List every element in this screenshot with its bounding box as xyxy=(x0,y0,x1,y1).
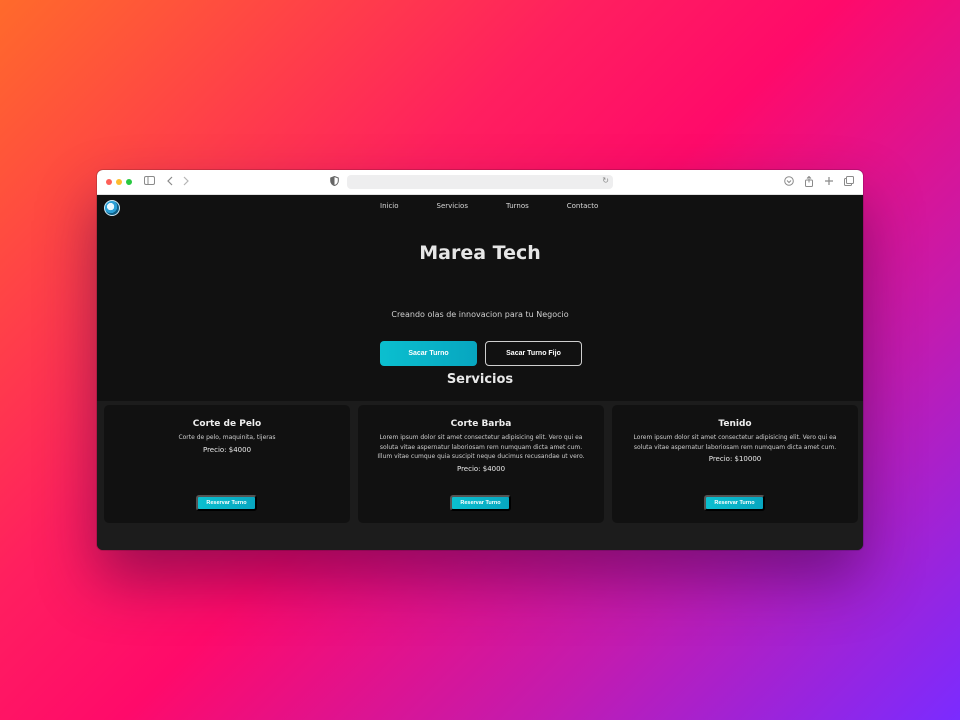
reload-icon[interactable]: ↻ xyxy=(602,176,609,185)
service-card: Corte Barba Lorem ipsum dolor sit amet c… xyxy=(358,405,604,523)
download-icon[interactable] xyxy=(784,176,794,190)
service-card-description: Corte de pelo, maquinita, tijeras xyxy=(178,434,276,441)
reservar-turno-button[interactable]: Reservar Turno xyxy=(450,495,511,511)
service-card-title: Corte de Pelo xyxy=(192,419,262,429)
reservar-turno-button[interactable]: Reservar Turno xyxy=(704,495,765,511)
tab-overview-icon[interactable] xyxy=(844,176,854,190)
service-card: Corte de Pelo Corte de pelo, maquinita, … xyxy=(104,405,350,523)
service-card-description: Lorem ipsum dolor sit amet consectetur a… xyxy=(633,434,837,451)
address-bar[interactable]: ↻ xyxy=(347,175,613,189)
sacar-turno-button[interactable]: Sacar Turno xyxy=(380,341,477,366)
service-card-price: Precio: $10000 xyxy=(708,455,762,463)
close-window-button[interactable] xyxy=(106,179,112,185)
service-card: Tenido Lorem ipsum dolor sit amet consec… xyxy=(612,405,858,523)
service-card-title: Corte Barba xyxy=(450,419,512,429)
marea-tech-logo-icon[interactable] xyxy=(104,200,120,216)
share-icon[interactable] xyxy=(804,175,814,191)
minimize-window-button[interactable] xyxy=(116,179,122,185)
nav-link-contacto[interactable]: Contacto xyxy=(567,202,599,210)
nav-links: Inicio Servicios Turnos Contacto xyxy=(380,202,636,210)
nav-link-turnos[interactable]: Turnos xyxy=(506,202,529,210)
nav-link-inicio[interactable]: Inicio xyxy=(380,202,399,210)
sacar-turno-fijo-button[interactable]: Sacar Turno Fijo xyxy=(485,341,582,366)
service-card-price: Precio: $4000 xyxy=(456,464,506,473)
new-tab-icon[interactable] xyxy=(824,176,834,190)
window-controls xyxy=(106,179,132,185)
reservar-turno-button[interactable]: Reservar Turno xyxy=(196,495,257,511)
privacy-shield-icon[interactable] xyxy=(330,175,339,190)
hero-title: Marea Tech xyxy=(419,242,541,264)
nav-link-servicios[interactable]: Servicios xyxy=(437,202,468,210)
services-cards: Corte de Pelo Corte de pelo, maquinita, … xyxy=(104,405,858,523)
web-page: Inicio Servicios Turnos Contacto Marea T… xyxy=(97,195,863,550)
services-title: Servicios xyxy=(446,372,514,387)
site-navbar: Inicio Servicios Turnos Contacto xyxy=(97,195,863,221)
zoom-window-button[interactable] xyxy=(126,179,132,185)
back-icon[interactable] xyxy=(166,176,174,190)
hero-subtitle: Creando olas de innovacion para tu Negoc… xyxy=(391,310,569,319)
service-card-description: Lorem ipsum dolor sit amet consectetur a… xyxy=(377,434,585,460)
service-card-title: Tenido xyxy=(718,419,752,429)
forward-icon[interactable] xyxy=(182,176,190,190)
browser-window: ↻ Inicio Servicios Turnos Contacto Marea… xyxy=(97,170,863,550)
service-card-price: Precio: $4000 xyxy=(202,445,252,454)
sidebar-icon[interactable] xyxy=(144,176,155,189)
browser-toolbar: ↻ xyxy=(97,170,863,195)
